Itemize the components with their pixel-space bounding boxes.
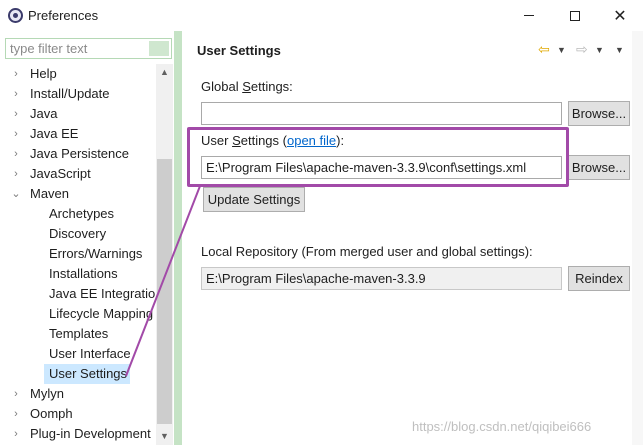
sash-divider[interactable] <box>174 31 182 445</box>
tree-item-label: Java <box>30 106 58 121</box>
tree-item[interactable]: › Install/Update <box>0 84 156 104</box>
chevron-right-icon[interactable]: › <box>10 64 22 84</box>
eclipse-icon <box>8 8 23 23</box>
global-settings-label-suffix: ettings: <box>250 79 293 94</box>
tree-item[interactable]: ⌄ Maven <box>0 184 156 204</box>
preference-page: User Settings ⇦ ▼ ⇨ ▼ ▼ Global Settings:… <box>183 31 643 445</box>
tree-item-label: Maven <box>30 186 70 201</box>
user-settings-input[interactable] <box>201 156 562 179</box>
chevron-right-icon[interactable]: › <box>10 164 22 184</box>
chevron-down-icon[interactable]: ⌄ <box>10 184 22 204</box>
tree-item[interactable]: › Java Persistence <box>0 144 156 164</box>
maximize-button[interactable] <box>552 0 598 31</box>
tree-item-label: Lifecycle Mapping <box>49 306 154 321</box>
global-browse-button[interactable]: Browse... <box>568 101 630 126</box>
tree-item[interactable]: Java EE Integratio <box>0 284 156 304</box>
global-settings-label: Global Settings: <box>201 79 293 94</box>
forward-arrow-icon[interactable]: ⇨ <box>576 40 588 58</box>
tree-item[interactable]: › Oomph <box>0 404 156 424</box>
scroll-thumb[interactable] <box>157 159 172 424</box>
forward-dropdown-icon[interactable]: ▼ <box>595 41 604 59</box>
tree-item-label: Discovery <box>49 226 107 241</box>
tree-item-label: Installations <box>49 266 118 281</box>
tree-item[interactable]: Installations <box>0 264 156 284</box>
clear-filter-button[interactable] <box>149 41 169 56</box>
tree-item-label: Java Persistence <box>30 146 129 161</box>
chevron-right-icon[interactable]: › <box>10 404 22 424</box>
tree-item-label: Archetypes <box>49 206 115 221</box>
update-settings-button[interactable]: Update Settings <box>203 187 305 212</box>
tree-item-label: Install/Update <box>30 86 110 101</box>
tree-item[interactable]: Discovery <box>0 224 156 244</box>
tree-item[interactable]: Errors/Warnings <box>0 244 156 264</box>
reindex-button[interactable]: Reindex <box>568 266 630 291</box>
user-settings-label-mnemonic: S <box>232 133 241 148</box>
tree-item[interactable]: › Java EE <box>0 124 156 144</box>
tree-item-label: Help <box>30 66 57 81</box>
window-title: Preferences <box>28 8 99 23</box>
tree-item-label: User Settings <box>49 366 128 381</box>
tree-item-label: Templates <box>49 326 109 341</box>
tree-item-label: User Interface <box>49 346 131 361</box>
local-repository-input <box>201 267 562 290</box>
user-settings-label-mid: ettings ( <box>240 133 287 148</box>
tree-item-label: JavaScript <box>30 166 91 181</box>
global-settings-label-mnemonic: S <box>242 79 251 94</box>
chevron-right-icon[interactable]: › <box>10 104 22 124</box>
minimize-icon <box>524 15 534 16</box>
user-settings-label-prefix: User <box>201 133 233 148</box>
tree-item-label: Oomph <box>30 406 73 421</box>
tree-item-label: Plug-in Development <box>30 426 151 441</box>
view-menu-icon[interactable]: ▼ <box>615 41 624 59</box>
tree-item[interactable]: User Interface <box>0 344 156 364</box>
filter-box <box>5 38 172 59</box>
user-browse-button[interactable]: Browse... <box>568 155 630 180</box>
tree-item-label: Java EE <box>30 126 79 141</box>
tree-item[interactable]: › Java <box>0 104 156 124</box>
watermark: https://blog.csdn.net/qiqibei666 <box>412 419 592 434</box>
back-dropdown-icon[interactable]: ▼ <box>557 41 566 59</box>
tree-item[interactable]: › Plug-in Development <box>0 424 156 444</box>
right-edge-strip <box>632 31 643 445</box>
chevron-right-icon[interactable]: › <box>10 424 22 444</box>
tree-item-label: Mylyn <box>30 386 64 401</box>
chevron-right-icon[interactable]: › <box>10 384 22 404</box>
open-file-link[interactable]: open file <box>287 133 336 148</box>
scroll-up-icon[interactable]: ▲ <box>156 64 173 81</box>
minimize-button[interactable] <box>506 0 552 31</box>
chevron-right-icon[interactable]: › <box>10 84 22 104</box>
tree-item[interactable]: › JavaScript <box>0 164 156 184</box>
title-bar: Preferences ✕ <box>0 0 643 31</box>
chevron-right-icon[interactable]: › <box>10 144 22 164</box>
preferences-tree-pane: › Help › Install/Update › Java › Java EE › Java P… <box>0 31 182 445</box>
tree-item[interactable]: User Settings <box>44 364 130 384</box>
close-button[interactable]: ✕ <box>597 0 643 31</box>
maximize-icon <box>570 10 580 21</box>
user-settings-label: User Settings (open file): <box>201 133 344 148</box>
close-icon: ✕ <box>613 7 627 25</box>
chevron-right-icon[interactable]: › <box>10 124 22 144</box>
scroll-down-icon[interactable]: ▼ <box>156 428 173 445</box>
user-settings-label-end: ): <box>336 133 345 148</box>
tree-item[interactable]: Lifecycle Mapping <box>0 304 156 324</box>
tree-item[interactable]: Archetypes <box>0 204 156 224</box>
preferences-tree: › Help › Install/Update › Java › Java EE › Java P… <box>0 64 174 445</box>
tree-item[interactable]: › Mylyn <box>0 384 156 404</box>
page-title: User Settings <box>197 43 281 58</box>
back-arrow-icon[interactable]: ⇦ <box>538 40 550 58</box>
global-settings-input[interactable] <box>201 102 562 125</box>
tree-item[interactable]: Templates <box>0 324 156 344</box>
filter-input[interactable] <box>8 40 150 57</box>
tree-item-label: Errors/Warnings <box>49 246 143 261</box>
tree-item[interactable]: › Help <box>0 64 156 84</box>
tree-scrollbar[interactable]: ▲ ▼ <box>156 64 173 445</box>
global-settings-label-prefix: Global <box>201 79 243 94</box>
tree-item-label: Java EE Integratio <box>49 286 156 301</box>
local-repository-label: Local Repository (From merged user and g… <box>201 244 533 259</box>
